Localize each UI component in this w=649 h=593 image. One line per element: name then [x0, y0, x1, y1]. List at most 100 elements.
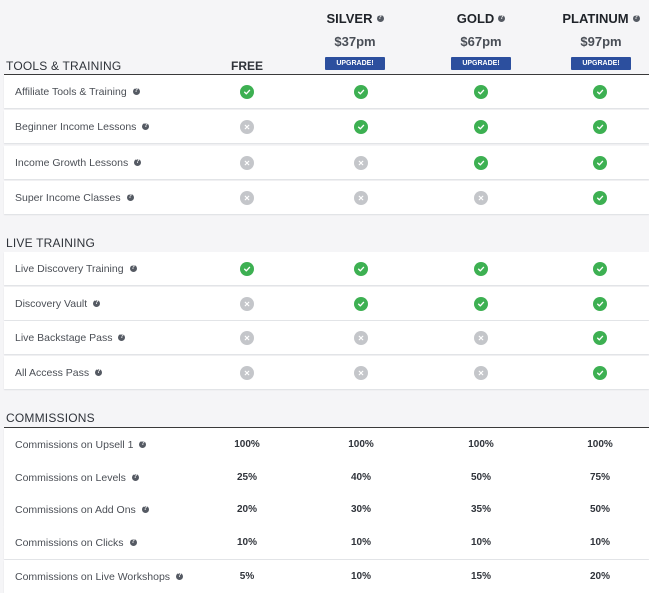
commission-value: 5% — [239, 571, 255, 582]
feature-cell — [570, 75, 630, 108]
feature-name: Live Backstage Pass — [15, 331, 113, 344]
help-icon[interactable]: ? — [141, 506, 149, 513]
help-icon[interactable]: ? — [126, 194, 134, 201]
commission-value: 100% — [468, 439, 494, 450]
check-icon — [593, 365, 607, 380]
x-icon — [474, 190, 488, 205]
feature-cell: 10% — [217, 526, 277, 559]
feature-name: Commissions on Add Ons — [15, 503, 136, 516]
check-icon — [354, 261, 368, 276]
check-icon — [593, 330, 607, 345]
commission-value: 10% — [350, 537, 371, 548]
plan-name: SILVER — [326, 10, 373, 26]
commission-value: 100% — [348, 439, 374, 450]
feature-cell: 20% — [217, 493, 277, 526]
feature-cell: 30% — [331, 493, 391, 526]
feature-row: Commissions on Upsell 1? 100% 100% 100% 100% — [4, 428, 649, 461]
check-icon — [593, 296, 607, 311]
commission-value: 100% — [587, 439, 613, 450]
feature-cell — [331, 356, 391, 389]
feature-name: Income Growth Lessons — [15, 156, 129, 169]
feature-cell — [217, 252, 277, 285]
help-icon[interactable]: ? — [376, 14, 384, 22]
feature-cell — [217, 181, 277, 214]
check-icon — [474, 155, 488, 170]
upgrade-button[interactable]: UPGRADE! — [451, 57, 511, 70]
feature-name: All Access Pass — [15, 366, 90, 379]
feature-cell: 20% — [570, 560, 630, 593]
feature-row: All Access Pass? — [4, 356, 649, 389]
feature-row: Commissions on Clicks? 10% 10% 10% 10% — [4, 526, 649, 559]
feature-cell: 10% — [331, 560, 391, 593]
commission-value: 30% — [350, 504, 371, 515]
plan-platinum: PLATINUM? $97pm UPGRADE! — [541, 8, 649, 70]
feature-cell: 50% — [451, 461, 511, 494]
feature-cell: 100% — [331, 428, 391, 461]
help-icon[interactable]: ? — [498, 14, 506, 22]
feature-cell — [570, 181, 630, 214]
upgrade-button[interactable]: UPGRADE! — [325, 57, 385, 70]
x-icon — [354, 155, 368, 170]
help-icon[interactable]: ? — [129, 265, 137, 272]
feature-label: Beginner Income Lessons? — [15, 110, 150, 143]
section-title: TOOLS & TRAINING — [6, 59, 122, 73]
commission-value: 40% — [350, 472, 371, 483]
feature-label: Affiliate Tools & Training? — [15, 75, 140, 108]
help-icon[interactable]: ? — [632, 14, 640, 22]
feature-label: Commissions on Clicks? — [15, 526, 137, 559]
check-icon — [240, 261, 254, 276]
help-icon[interactable]: ? — [176, 573, 184, 580]
feature-cell: 40% — [331, 461, 391, 494]
feature-label: Commissions on Upsell 1? — [15, 428, 147, 461]
feature-cell — [217, 287, 277, 320]
feature-row: Discovery Vault? — [4, 287, 649, 320]
feature-cell — [570, 287, 630, 320]
feature-cell — [570, 356, 630, 389]
feature-cell — [217, 110, 277, 143]
feature-label: Commissions on Levels? — [15, 461, 139, 494]
check-icon — [593, 261, 607, 276]
feature-name: Affiliate Tools & Training — [15, 85, 127, 98]
feature-name: Commissions on Clicks — [15, 536, 124, 549]
feature-cell: 50% — [570, 493, 630, 526]
feature-cell — [451, 356, 511, 389]
help-icon[interactable]: ? — [118, 334, 126, 341]
feature-cell — [217, 356, 277, 389]
plan-name: GOLD — [456, 10, 495, 26]
check-icon — [354, 119, 368, 134]
plan-price: $37pm — [334, 34, 376, 49]
feature-cell — [331, 321, 391, 354]
feature-label: Super Income Classes? — [15, 181, 134, 214]
help-icon[interactable]: ? — [129, 539, 137, 546]
help-icon[interactable]: ? — [131, 474, 139, 481]
commission-value: 20% — [589, 571, 610, 582]
feature-cell — [451, 181, 511, 214]
help-icon[interactable]: ? — [93, 300, 101, 307]
check-icon — [474, 261, 488, 276]
help-icon[interactable]: ? — [142, 123, 150, 130]
plan-free-label: FREE — [230, 59, 263, 73]
feature-name: Commissions on Upsell 1 — [15, 438, 134, 451]
upgrade-button[interactable]: UPGRADE! — [571, 57, 631, 70]
check-icon — [593, 155, 607, 170]
feature-row: Commissions on Levels? 25% 40% 50% 75% — [4, 461, 649, 494]
feature-cell: 100% — [217, 428, 277, 461]
check-icon — [593, 190, 607, 205]
check-icon — [474, 296, 488, 311]
help-icon[interactable]: ? — [95, 369, 103, 376]
feature-cell — [217, 146, 277, 179]
feature-cell — [331, 252, 391, 285]
feature-cell — [217, 321, 277, 354]
feature-row: Commissions on Live Workshops? 5% 10% 15% 20… — [4, 560, 649, 593]
check-icon — [474, 119, 488, 134]
check-icon — [240, 84, 254, 99]
help-icon[interactable]: ? — [132, 88, 140, 95]
x-icon — [354, 330, 368, 345]
section-title: COMMISSIONS — [6, 411, 95, 425]
feature-cell — [451, 110, 511, 143]
help-icon[interactable]: ? — [139, 441, 147, 448]
feature-cell — [217, 75, 277, 108]
x-icon — [474, 330, 488, 345]
x-icon — [354, 190, 368, 205]
help-icon[interactable]: ? — [134, 159, 142, 166]
